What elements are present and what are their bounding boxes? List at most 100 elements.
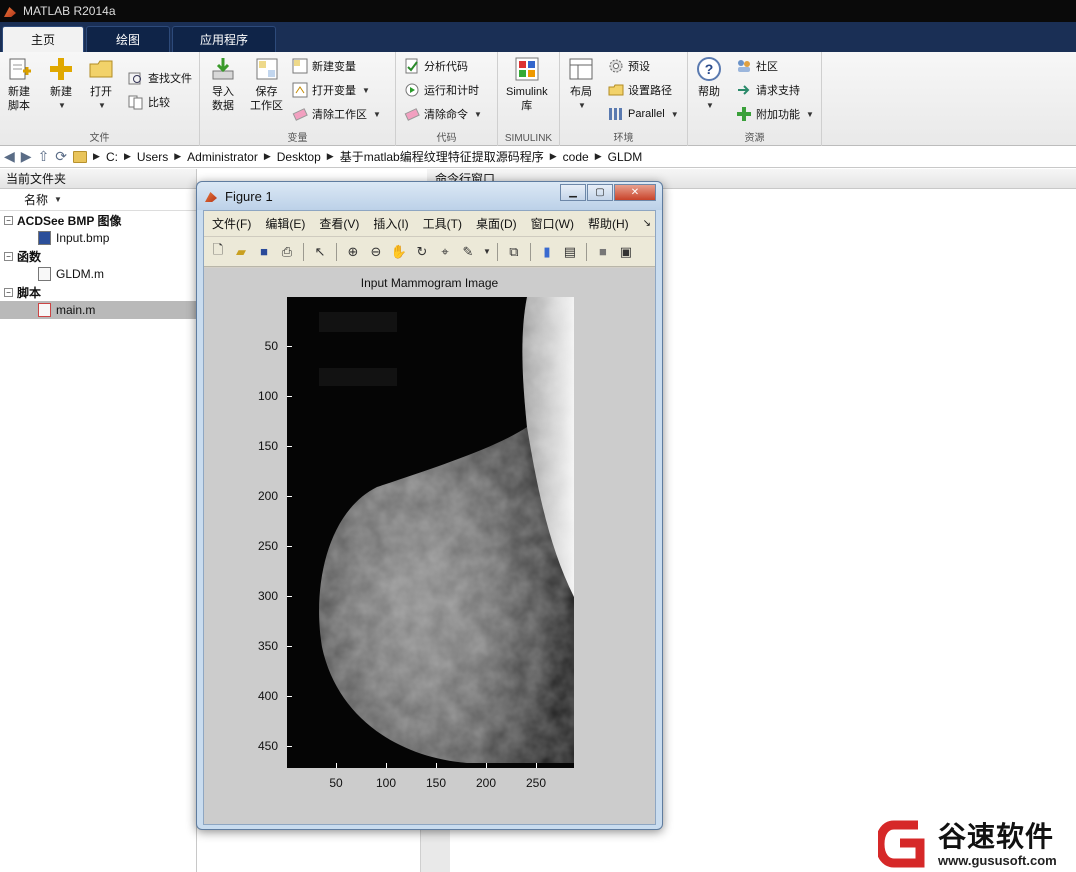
open-variable-button[interactable]: 打开变量 ▼ bbox=[292, 80, 370, 100]
figure-titlebar[interactable]: Figure 1 ▁ ▢ ✕ bbox=[197, 182, 662, 210]
breadcrumb-item[interactable]: Desktop bbox=[277, 150, 321, 164]
collapse-icon[interactable]: − bbox=[4, 287, 13, 297]
function-file-icon bbox=[38, 267, 51, 281]
collapse-icon[interactable]: − bbox=[4, 215, 13, 225]
y-tick-label: 250 bbox=[257, 539, 278, 553]
new-script-button[interactable]: 新建 脚本 bbox=[6, 56, 32, 113]
clear-commands-button[interactable]: 清除命令 ▼ bbox=[404, 104, 482, 124]
y-tick-label: 100 bbox=[257, 389, 278, 403]
figure-menubar: 文件(F) 编辑(E) 查看(V) 插入(I) 工具(T) 桌面(D) 窗口(W… bbox=[204, 211, 655, 237]
section-functions[interactable]: − 函数 bbox=[0, 247, 196, 265]
set-path-button[interactable]: 设置路径 bbox=[608, 80, 672, 100]
menu-help[interactable]: 帮助(H) bbox=[588, 215, 629, 232]
clear-workspace-button[interactable]: 清除工作区 ▼ bbox=[292, 104, 381, 124]
menu-overflow-icon[interactable]: ↘ bbox=[643, 218, 651, 229]
legend-icon[interactable]: ▤ bbox=[560, 242, 580, 262]
y-tick-label: 350 bbox=[257, 639, 278, 653]
rotate-3d-icon[interactable]: ↻ bbox=[412, 242, 432, 262]
folder-icon bbox=[89, 60, 113, 78]
zoom-out-icon[interactable]: ⊖ bbox=[366, 242, 386, 262]
link-plot-icon[interactable]: ⧉ bbox=[504, 242, 524, 262]
arrow-pointer-icon[interactable]: ↖ bbox=[310, 242, 330, 262]
breadcrumb-item[interactable]: code bbox=[563, 150, 589, 164]
pan-hand-icon[interactable]: ✋ bbox=[389, 242, 409, 262]
minimize-button[interactable]: ▁ bbox=[560, 184, 586, 201]
simulink-library-icon bbox=[515, 57, 539, 81]
file-item[interactable]: Input.bmp bbox=[0, 229, 196, 247]
menu-window[interactable]: 窗口(W) bbox=[531, 215, 574, 232]
close-button[interactable]: ✕ bbox=[614, 184, 656, 201]
figure-window: Figure 1 ▁ ▢ ✕ 文件(F) 编辑(E) 查看(V) 插入(I) 工… bbox=[196, 181, 663, 830]
community-button[interactable]: 社区 bbox=[736, 56, 778, 76]
script-file-icon bbox=[38, 303, 51, 317]
menu-edit[interactable]: 编辑(E) bbox=[265, 215, 305, 232]
collapse-icon[interactable]: − bbox=[4, 251, 13, 261]
import-data-button[interactable]: 导入 数据 bbox=[210, 56, 236, 113]
data-cursor-icon[interactable]: ⌖ bbox=[435, 242, 455, 262]
breadcrumb-item[interactable]: 基于matlab编程纹理特征提取源码程序 bbox=[340, 148, 544, 165]
request-support-button[interactable]: 请求支持 bbox=[736, 80, 800, 100]
section-scripts[interactable]: − 脚本 bbox=[0, 283, 196, 301]
breadcrumb-item[interactable]: Administrator bbox=[187, 150, 258, 164]
app-titlebar: MATLAB R2014a bbox=[0, 0, 1076, 22]
forward-arrow-icon[interactable]: ▶ bbox=[21, 148, 32, 165]
help-button[interactable]: ? 帮助 ▼ bbox=[696, 56, 722, 113]
menu-desktop[interactable]: 桌面(D) bbox=[476, 215, 517, 232]
section-bmp-images[interactable]: − ACDSee BMP 图像 bbox=[0, 211, 196, 229]
tab-apps[interactable]: 应用程序 bbox=[172, 26, 276, 52]
menu-file[interactable]: 文件(F) bbox=[212, 215, 251, 232]
simulink-library-button[interactable]: Simulink 库 bbox=[506, 56, 548, 113]
up-folder-icon[interactable]: ⇧ bbox=[38, 148, 50, 165]
toolbar-separator bbox=[529, 242, 531, 261]
y-tick-label: 200 bbox=[257, 489, 278, 503]
save-workspace-button[interactable]: 保存 工作区 bbox=[250, 56, 283, 113]
browse-folder-icon[interactable]: ⟳ bbox=[55, 148, 67, 165]
y-tick-label: 300 bbox=[257, 589, 278, 603]
plot-area: Input Mammogram Image 50 100 150 200 250… bbox=[204, 268, 655, 824]
brush-icon[interactable]: ✎ bbox=[458, 242, 478, 262]
print-icon[interactable]: ⎙ bbox=[277, 242, 297, 262]
community-icon bbox=[738, 60, 750, 72]
maximize-button[interactable]: ▢ bbox=[587, 184, 613, 201]
menu-tools[interactable]: 工具(T) bbox=[423, 215, 462, 232]
breadcrumb-item[interactable]: GLDM bbox=[608, 150, 643, 164]
hide-plot-tools-icon[interactable]: ■ bbox=[593, 242, 613, 262]
show-plot-tools-icon[interactable]: ▣ bbox=[616, 242, 636, 262]
name-column-header[interactable]: 名称 ▼ bbox=[0, 189, 196, 211]
compare-button[interactable]: 比较 bbox=[128, 92, 170, 112]
address-bar[interactable]: ◀ ▶ ⇧ ⟳ ▶ C: ▶ Users ▶ Administrator ▶ D… bbox=[0, 146, 1076, 168]
chevron-down-icon: ▼ bbox=[98, 101, 106, 110]
open-button[interactable]: 打开 ▼ bbox=[88, 56, 114, 113]
open-variable-icon bbox=[292, 82, 308, 98]
ribbon-group-code: 分析代码 运行和计时 清除命令 ▼ 代码 bbox=[396, 52, 498, 146]
image-axes[interactable] bbox=[287, 297, 574, 768]
chevron-down-icon[interactable]: ▼ bbox=[483, 247, 491, 256]
analyze-code-button[interactable]: 分析代码 bbox=[404, 56, 468, 76]
layout-button[interactable]: 布局 ▼ bbox=[568, 56, 594, 113]
breadcrumb-item[interactable]: Users bbox=[137, 150, 168, 164]
colorbar-icon[interactable]: ▮ bbox=[537, 242, 557, 262]
open-file-icon[interactable]: ▰ bbox=[231, 242, 251, 262]
find-files-button[interactable]: 查找文件 bbox=[128, 68, 192, 88]
addons-button[interactable]: 附加功能 ▼ bbox=[736, 104, 814, 124]
support-icon bbox=[738, 85, 750, 95]
back-arrow-icon[interactable]: ◀ bbox=[4, 148, 15, 165]
new-figure-icon[interactable]: 🗋 bbox=[208, 242, 228, 262]
preferences-button[interactable]: 预设 bbox=[608, 56, 650, 76]
menu-view[interactable]: 查看(V) bbox=[319, 215, 359, 232]
tab-plots[interactable]: 绘图 bbox=[86, 26, 170, 52]
y-tick-label: 450 bbox=[257, 739, 278, 753]
parallel-button[interactable]: Parallel ▼ bbox=[608, 104, 679, 124]
new-variable-button[interactable]: 新建变量 bbox=[292, 56, 356, 76]
folder-icon bbox=[608, 84, 624, 96]
menu-insert[interactable]: 插入(I) bbox=[373, 215, 408, 232]
save-icon[interactable]: ■ bbox=[254, 242, 274, 262]
breadcrumb-item[interactable]: C: bbox=[106, 150, 118, 164]
file-item[interactable]: GLDM.m bbox=[0, 265, 196, 283]
zoom-in-icon[interactable]: ⊕ bbox=[343, 242, 363, 262]
file-item-selected[interactable]: main.m bbox=[0, 301, 196, 319]
tab-home[interactable]: 主页 bbox=[2, 26, 84, 52]
run-and-time-button[interactable]: 运行和计时 bbox=[404, 80, 479, 100]
breadcrumb-separator-icon: ▶ bbox=[123, 151, 131, 161]
new-button[interactable]: 新建 ▼ bbox=[48, 56, 74, 113]
